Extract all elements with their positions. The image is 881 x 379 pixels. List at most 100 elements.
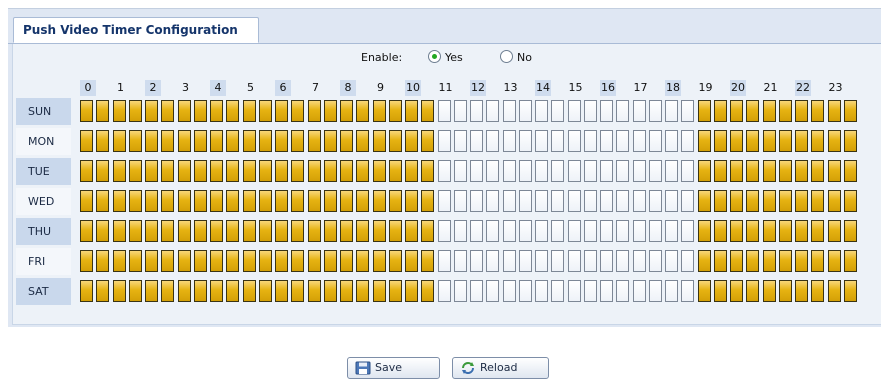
schedule-cell[interactable] (665, 220, 678, 242)
schedule-cell[interactable] (80, 160, 93, 182)
schedule-cell[interactable] (583, 100, 597, 122)
schedule-cell[interactable] (210, 160, 223, 182)
schedule-cell[interactable] (795, 130, 808, 152)
schedule-cell[interactable] (226, 160, 240, 182)
schedule-cell[interactable] (453, 160, 467, 182)
schedule-cell[interactable] (210, 280, 223, 302)
schedule-cell[interactable] (600, 160, 613, 182)
schedule-cell[interactable] (356, 250, 370, 272)
schedule-cell[interactable] (778, 220, 792, 242)
schedule-cell[interactable] (193, 280, 207, 302)
schedule-cell[interactable] (242, 100, 256, 122)
schedule-cell[interactable] (470, 280, 483, 302)
schedule-cell[interactable] (421, 160, 435, 182)
schedule-cell[interactable] (128, 190, 142, 212)
schedule-cell[interactable] (486, 130, 500, 152)
schedule-cell[interactable] (291, 100, 305, 122)
schedule-cell[interactable] (80, 190, 93, 212)
schedule-cell[interactable] (210, 220, 223, 242)
schedule-cell[interactable] (730, 250, 743, 272)
schedule-cell[interactable] (583, 250, 597, 272)
schedule-cell[interactable] (242, 130, 256, 152)
schedule-cell[interactable] (648, 190, 662, 212)
schedule-cell[interactable] (388, 220, 402, 242)
tab-push-video-timer[interactable]: Push Video Timer Configuration (13, 17, 259, 43)
schedule-cell[interactable] (226, 220, 240, 242)
schedule-cell[interactable] (128, 250, 142, 272)
schedule-cell[interactable] (616, 250, 630, 272)
schedule-cell[interactable] (388, 280, 402, 302)
schedule-cell[interactable] (388, 160, 402, 182)
schedule-cell[interactable] (697, 220, 711, 242)
schedule-cell[interactable] (356, 130, 370, 152)
schedule-cell[interactable] (648, 100, 662, 122)
schedule-cell[interactable] (648, 130, 662, 152)
enable-no-radio[interactable] (500, 50, 513, 63)
schedule-cell[interactable] (518, 100, 532, 122)
schedule-cell[interactable] (307, 250, 321, 272)
schedule-cell[interactable] (275, 250, 288, 272)
schedule-cell[interactable] (307, 130, 321, 152)
schedule-cell[interactable] (340, 190, 353, 212)
schedule-cell[interactable] (372, 220, 386, 242)
enable-yes-radio[interactable] (428, 50, 441, 63)
schedule-cell[interactable] (258, 250, 272, 272)
schedule-cell[interactable] (453, 250, 467, 272)
schedule-cell[interactable] (470, 100, 483, 122)
schedule-cell[interactable] (226, 280, 240, 302)
schedule-cell[interactable] (502, 220, 516, 242)
schedule-cell[interactable] (161, 250, 175, 272)
schedule-cell[interactable] (275, 280, 288, 302)
schedule-cell[interactable] (80, 280, 93, 302)
schedule-cell[interactable] (632, 130, 646, 152)
schedule-cell[interactable] (632, 160, 646, 182)
schedule-cell[interactable] (242, 190, 256, 212)
schedule-cell[interactable] (778, 130, 792, 152)
schedule-cell[interactable] (226, 130, 240, 152)
schedule-cell[interactable] (275, 160, 288, 182)
schedule-cell[interactable] (177, 280, 191, 302)
schedule-cell[interactable] (632, 250, 646, 272)
schedule-cell[interactable] (681, 250, 695, 272)
schedule-cell[interactable] (323, 190, 337, 212)
schedule-cell[interactable] (778, 190, 792, 212)
schedule-cell[interactable] (632, 280, 646, 302)
schedule-cell[interactable] (567, 100, 581, 122)
schedule-cell[interactable] (161, 160, 175, 182)
schedule-cell[interactable] (242, 250, 256, 272)
schedule-cell[interactable] (762, 190, 776, 212)
schedule-cell[interactable] (518, 160, 532, 182)
schedule-cell[interactable] (437, 190, 451, 212)
schedule-cell[interactable] (112, 130, 126, 152)
schedule-cell[interactable] (567, 280, 581, 302)
schedule-cell[interactable] (421, 100, 435, 122)
schedule-cell[interactable] (518, 190, 532, 212)
schedule-cell[interactable] (762, 220, 776, 242)
schedule-cell[interactable] (843, 100, 857, 122)
schedule-cell[interactable] (746, 190, 760, 212)
schedule-cell[interactable] (518, 280, 532, 302)
schedule-cell[interactable] (421, 250, 435, 272)
schedule-cell[interactable] (502, 100, 516, 122)
schedule-cell[interactable] (128, 220, 142, 242)
schedule-cell[interactable] (665, 190, 678, 212)
schedule-cell[interactable] (112, 100, 126, 122)
schedule-cell[interactable] (843, 220, 857, 242)
schedule-cell[interactable] (96, 250, 110, 272)
schedule-cell[interactable] (470, 220, 483, 242)
schedule-cell[interactable] (567, 250, 581, 272)
schedule-cell[interactable] (746, 250, 760, 272)
schedule-cell[interactable] (697, 280, 711, 302)
schedule-cell[interactable] (681, 130, 695, 152)
schedule-cell[interactable] (356, 100, 370, 122)
schedule-cell[interactable] (388, 190, 402, 212)
schedule-cell[interactable] (713, 250, 727, 272)
schedule-cell[interactable] (405, 250, 418, 272)
schedule-cell[interactable] (372, 100, 386, 122)
schedule-cell[interactable] (145, 130, 158, 152)
schedule-cell[interactable] (177, 130, 191, 152)
schedule-cell[interactable] (681, 280, 695, 302)
schedule-cell[interactable] (827, 220, 841, 242)
schedule-cell[interactable] (470, 190, 483, 212)
schedule-cell[interactable] (811, 190, 825, 212)
